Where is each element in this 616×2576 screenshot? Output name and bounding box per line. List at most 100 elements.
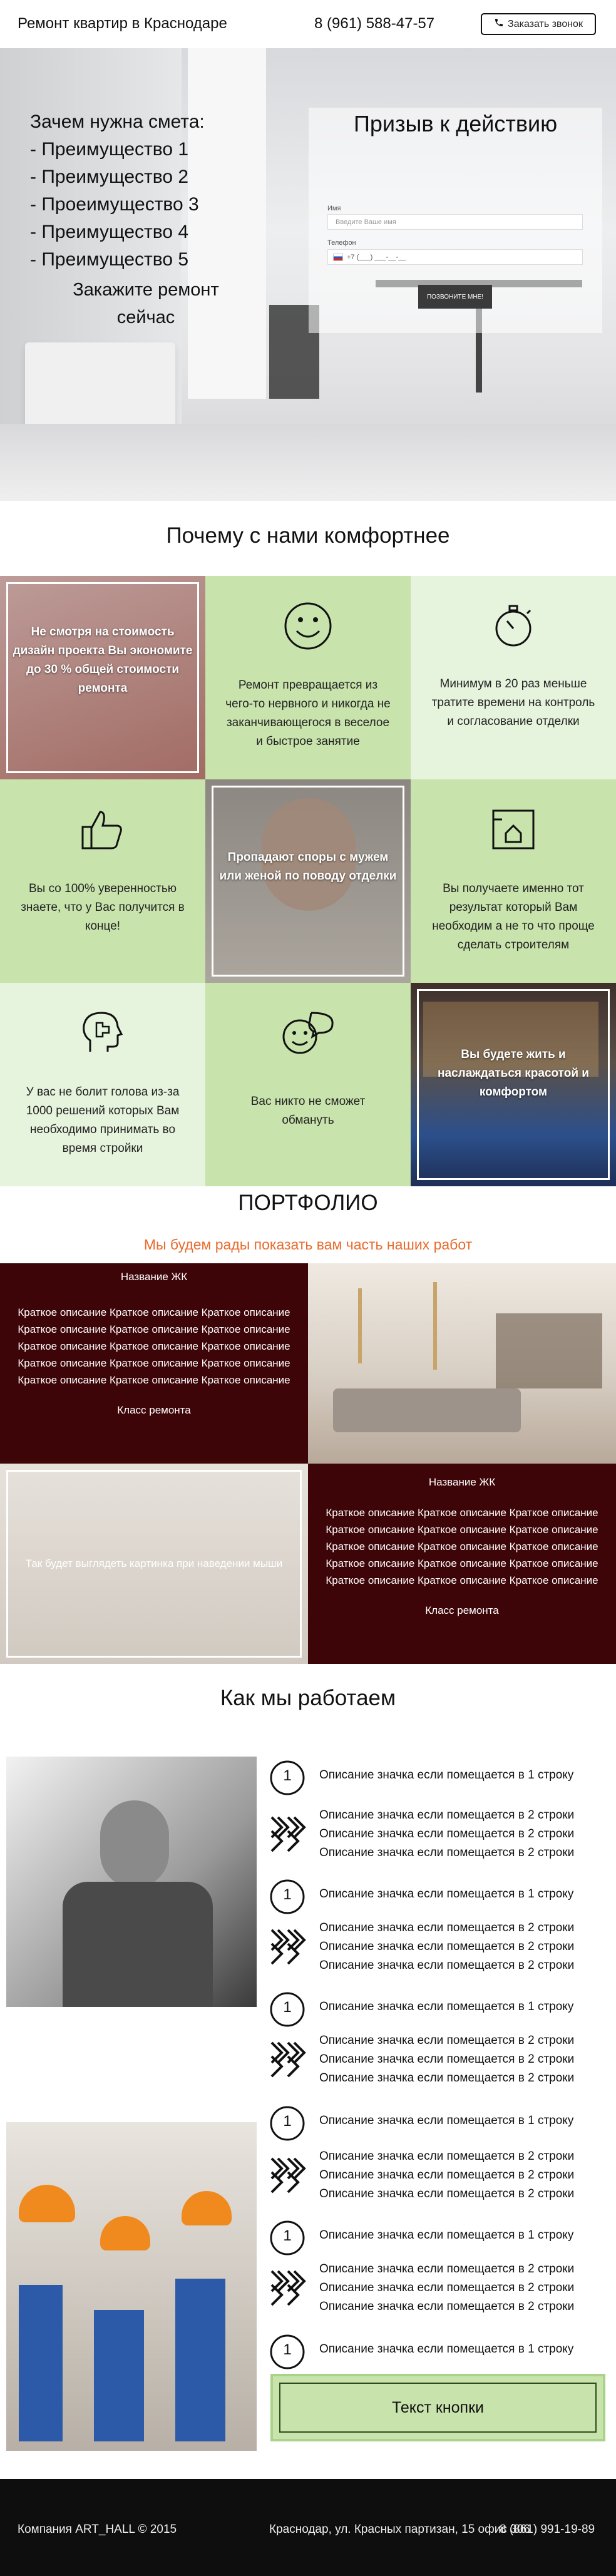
portfolio-item-info[interactable]: Название ЖК Краткое описание Краткое опи… bbox=[308, 1464, 616, 1664]
step-item: Описание значка если помещается в 2 стро… bbox=[269, 1919, 616, 1981]
name-input[interactable]: Введите Ваше имя bbox=[327, 214, 583, 230]
why-cell-text: Вы будете жить и наслаждаться красотой и… bbox=[438, 1048, 589, 1099]
why-cell: Вас никто не сможет обмануть bbox=[205, 983, 411, 1186]
step-item: 1 Описание значка если помещается в 1 ст… bbox=[269, 1879, 616, 1914]
step-text: Описание значка если помещается в 2 стро… bbox=[319, 1919, 574, 1975]
why-cell-photo: Не смотря на стоимость дизайн проекта Вы… bbox=[0, 576, 205, 779]
phone-label: Телефон bbox=[327, 239, 356, 247]
step-text: Описание значка если помещается в 1 стро… bbox=[319, 1887, 574, 1901]
step-text: Описание значка если помещается в 1 стро… bbox=[319, 2114, 574, 2127]
portfolio-title: ПОРТФОЛИО bbox=[238, 1191, 378, 1215]
description-line: Краткое описание Краткое описание Кратко… bbox=[18, 1374, 290, 1386]
why-cell-text: Пропадают споры с мужем или женой по пов… bbox=[219, 851, 397, 883]
why-cell: Минимум в 20 раз меньше тратите времени … bbox=[411, 576, 616, 779]
why-cell-text: Ремонт превращается из чего-то нервного … bbox=[225, 679, 391, 748]
why-cell-text: Вы получаете именно тот результат которы… bbox=[432, 882, 595, 952]
project-description: Краткое описание Краткое описание Кратко… bbox=[0, 1304, 308, 1388]
description-line: Краткое описание Краткое описание Кратко… bbox=[18, 1323, 290, 1335]
brand-title[interactable]: Ремонт квартир в Краснодаре bbox=[18, 15, 227, 33]
hero-reasons: Зачем нужна смета: - Преимущество 1 - Пр… bbox=[30, 108, 205, 274]
renovation-class: Класс ремонта bbox=[425, 1604, 499, 1616]
why-cell-photo: Пропадают споры с мужем или женой по пов… bbox=[205, 779, 411, 983]
project-description: Краткое описание Краткое описание Кратко… bbox=[308, 1504, 616, 1589]
step-text: Описание значка если помещается в 2 стро… bbox=[319, 2031, 574, 2088]
step-number: 1 bbox=[283, 1767, 292, 1784]
step-text: Описание значка если помещается в 1 стро… bbox=[319, 2229, 574, 2242]
hero-floor bbox=[0, 424, 616, 501]
phone-icon bbox=[494, 18, 504, 31]
step-line: Описание значка если помещается в 2 стро… bbox=[319, 1940, 575, 1953]
workers-photo bbox=[6, 2122, 257, 2451]
reason-item: - Преимущество 1 bbox=[30, 139, 189, 160]
phone-input[interactable]: +7 (___) ___-__-__ bbox=[327, 249, 583, 265]
description-line: Краткое описание Краткое описание Кратко… bbox=[18, 1306, 290, 1318]
step-item: 1 Описание значка если помещается в 1 ст… bbox=[269, 2220, 616, 2255]
description-line: Краткое описание Краткое описание Кратко… bbox=[18, 1340, 290, 1352]
house-plan-icon bbox=[492, 809, 535, 849]
step-text: Описание значка если помещается в 2 стро… bbox=[319, 2260, 574, 2316]
hero-section: Зачем нужна смета: - Преимущество 1 - Пр… bbox=[0, 48, 616, 501]
why-title: Почему с нами комфортнее bbox=[166, 523, 450, 548]
smile-icon bbox=[284, 602, 332, 650]
header-phone[interactable]: 8 (961) 588-47-57 bbox=[314, 15, 434, 33]
footer-phone[interactable]: 8 (861) 991-19-89 bbox=[500, 2523, 595, 2537]
call-request-button[interactable]: Заказать звонок bbox=[481, 13, 596, 35]
stopwatch-icon bbox=[495, 605, 531, 647]
description-line: Краткое описание Краткое описание Кратко… bbox=[18, 1357, 290, 1369]
order-text: Закажите ремонт сейчас bbox=[73, 280, 219, 327]
why-cell-text: Минимум в 20 раз меньше тратите времени … bbox=[431, 677, 595, 728]
why-cell: У вас не болит голова из-за 1000 решений… bbox=[0, 983, 205, 1186]
reasons-title: Зачем нужна смета: bbox=[30, 111, 205, 132]
cta-form: Призыв к действию Имя Введите Ваше имя Т… bbox=[309, 108, 602, 333]
chevron-pattern-icon bbox=[270, 2157, 306, 2194]
cta-title: Призыв к действию bbox=[353, 111, 558, 136]
portfolio-photo[interactable] bbox=[308, 1263, 616, 1464]
step-item: Описание значка если помещается в 2 стро… bbox=[269, 1806, 616, 1869]
why-cell: Вы получаете именно тот результат которы… bbox=[411, 779, 616, 983]
step-item: 1 Описание значка если помещается в 1 ст… bbox=[269, 1760, 616, 1795]
why-cell-text: Не смотря на стоимость дизайн проекта Вы… bbox=[13, 625, 193, 695]
step-number: 1 bbox=[283, 1999, 292, 2016]
step-item: Описание значка если помещается в 2 стро… bbox=[269, 2260, 616, 2322]
step-item: Описание значка если помещается в 2 стро… bbox=[269, 2147, 616, 2210]
step-line: Описание значка если помещается в 2 стро… bbox=[319, 2168, 575, 2182]
action-button[interactable]: Текст кнопки bbox=[270, 2374, 605, 2441]
step-line: Описание значка если помещается в 2 стро… bbox=[319, 1827, 575, 1840]
step-line: Описание значка если помещается в 2 стро… bbox=[319, 2071, 575, 2085]
phone-placeholder: +7 (___) ___-__-__ bbox=[347, 253, 406, 261]
renovation-class: Класс ремонта bbox=[117, 1404, 191, 1416]
chevron-pattern-icon bbox=[270, 1929, 306, 1965]
step-number: 1 bbox=[283, 2227, 292, 2244]
step-number: 1 bbox=[283, 2113, 292, 2130]
site-header: Ремонт квартир в Краснодаре 8 (961) 588-… bbox=[0, 0, 616, 48]
step-line: Описание значка если помещается в 2 стро… bbox=[319, 2150, 575, 2163]
description-line: Краткое описание Краткое описание Кратко… bbox=[326, 1507, 598, 1519]
footer-address: Краснодар, ул. Красных партизан, 15 офис… bbox=[269, 2523, 530, 2536]
step-item: 1 Описание значка если помещается в 1 ст… bbox=[269, 1992, 616, 2027]
description-line: Краткое описание Краткое описание Кратко… bbox=[326, 1524, 598, 1536]
step-line: Описание значка если помещается в 2 стро… bbox=[319, 2262, 575, 2276]
description-line: Краткое описание Краткое описание Кратко… bbox=[326, 1557, 598, 1569]
step-number: 1 bbox=[283, 1886, 292, 1903]
thumbs-up-icon bbox=[81, 811, 122, 849]
portfolio-item-info[interactable]: Название ЖК Краткое описание Краткое опи… bbox=[0, 1263, 308, 1464]
hover-caption: Так будет выглядеть картинка при наведен… bbox=[25, 1557, 283, 1569]
manager-photo bbox=[6, 1757, 257, 2007]
step-line: Описание значка если помещается в 2 стро… bbox=[319, 2187, 575, 2200]
step-text: Описание значка если помещается в 2 стро… bbox=[319, 2147, 574, 2204]
portfolio-photo-hover[interactable]: Так будет выглядеть картинка при наведен… bbox=[0, 1464, 308, 1664]
hero-chair bbox=[25, 342, 175, 436]
description-line: Краткое описание Краткое описание Кратко… bbox=[326, 1541, 598, 1552]
chevron-pattern-icon bbox=[270, 1816, 306, 1852]
step-item: 1 Описание значка если помещается в 1 ст… bbox=[269, 2334, 616, 2369]
step-line: Описание значка если помещается в 2 стро… bbox=[319, 2053, 575, 2066]
footer-copyright: Компания ART_HALL © 2015 bbox=[18, 2523, 177, 2536]
step-line: Описание значка если помещается в 2 стро… bbox=[319, 1959, 575, 1972]
submit-button[interactable]: ПОЗВОНИТЕ МНЕ! bbox=[418, 285, 492, 309]
step-line: Описание значка если помещается в 2 стро… bbox=[319, 1809, 575, 1822]
call-request-label: Заказать звонок bbox=[508, 18, 583, 29]
reason-item: - Проеимущество 3 bbox=[30, 194, 199, 215]
reason-item: - Преимущество 2 bbox=[30, 167, 189, 187]
reason-item: - Преимущество 5 bbox=[30, 249, 189, 270]
project-name: Название ЖК bbox=[428, 1476, 496, 1488]
